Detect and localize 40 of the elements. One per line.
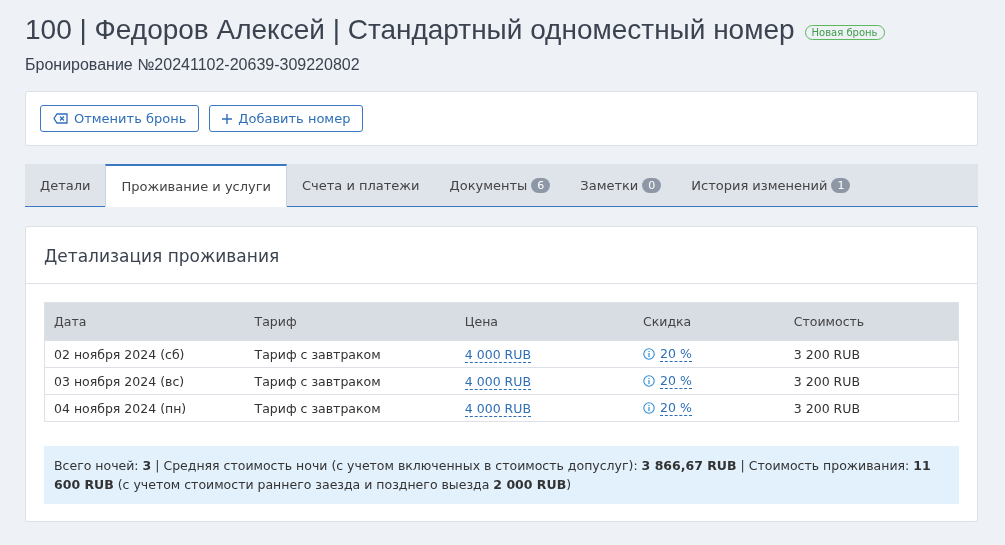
- stay-summary: Всего ночей: 3 | Средняя стоимость ночи (с учетом включенных в стоимость допуслуг): 3 866,67 RUB | Стоимость проживания: 11 600 RUB (с учетом стоимости раннего заезда и позднего выезда 2 000 RUB): [44, 446, 959, 504]
- count-badge: 1: [831, 177, 851, 193]
- discount-link[interactable]: 20 %: [660, 346, 692, 362]
- table-cell: 3 200 RUB: [784, 367, 959, 395]
- tab[interactable]: Документы 6: [434, 164, 566, 206]
- column-header: Скидка: [634, 302, 785, 341]
- tab[interactable]: Заметки 0: [565, 164, 677, 206]
- cancel-button[interactable]: Отменить бронь: [40, 105, 200, 132]
- count-badge: 6: [531, 177, 551, 193]
- column-header: Дата: [44, 302, 246, 341]
- info-icon: [643, 348, 655, 360]
- tab[interactable]: История изменений 1: [676, 164, 866, 206]
- table-cell: 02 ноября 2024 (сб): [44, 340, 246, 368]
- tab[interactable]: Детали: [25, 164, 106, 206]
- info-icon: [643, 402, 655, 414]
- add-button[interactable]: Добавить номер: [209, 105, 364, 132]
- table-cell: 3 200 RUB: [784, 340, 959, 368]
- page-title: 100 | Федоров Алексей | Стандартный одноместный номер: [25, 14, 795, 46]
- booking-number: Бронирование №20241102-20639-309220802: [25, 56, 361, 74]
- discount-link[interactable]: 20 %: [660, 373, 692, 389]
- backspace-icon: [53, 113, 68, 124]
- table-cell: Тариф с завтраком: [245, 394, 456, 422]
- discount-link[interactable]: 20 %: [660, 400, 692, 416]
- count-badge: 0: [642, 177, 662, 193]
- column-header: Тариф: [245, 302, 456, 341]
- info-icon: [643, 375, 655, 387]
- table-cell: 3 200 RUB: [784, 394, 959, 422]
- column-header: Цена: [455, 302, 634, 341]
- table-cell: Тариф с завтраком: [245, 367, 456, 395]
- price-link[interactable]: 4 000 RUB: [464, 373, 531, 390]
- tab[interactable]: Счета и платежи: [287, 164, 435, 206]
- table-cell: 04 ноября 2024 (пн): [44, 394, 246, 422]
- panel-title: Детализация проживания: [26, 227, 977, 284]
- price-link[interactable]: 4 000 RUB: [464, 346, 531, 363]
- table-cell: Тариф с завтраком: [245, 340, 456, 368]
- tab[interactable]: Проживание и услуги: [105, 164, 287, 207]
- price-link[interactable]: 4 000 RUB: [464, 400, 531, 417]
- column-header: Стоимость: [784, 302, 959, 341]
- table-cell: 03 ноября 2024 (вс): [44, 367, 246, 395]
- plus-icon: [222, 113, 233, 124]
